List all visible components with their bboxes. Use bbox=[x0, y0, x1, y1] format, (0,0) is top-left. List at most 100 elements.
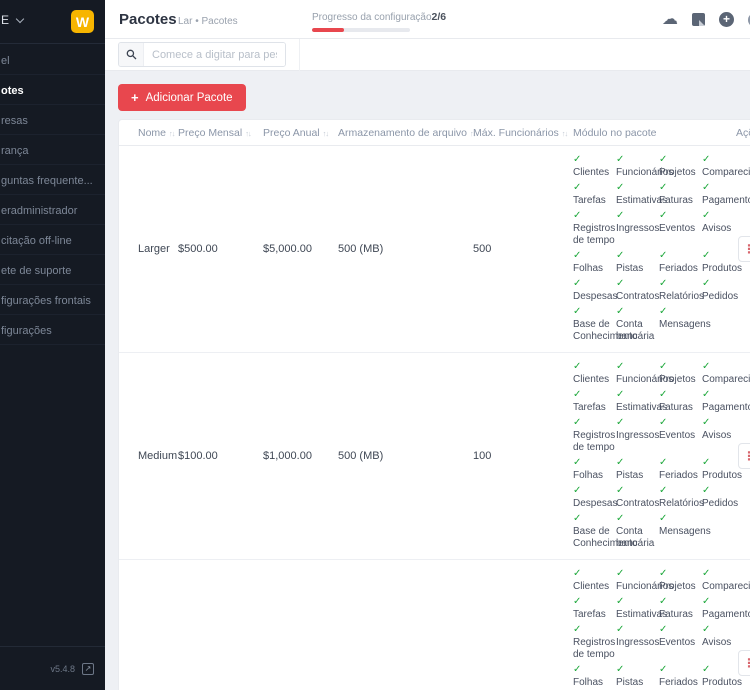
column-header[interactable]: Ações bbox=[736, 127, 750, 139]
module-item: ✓ Pagamentos bbox=[702, 389, 745, 414]
check-icon: ✓ bbox=[659, 417, 702, 428]
storage: 500 (MB) bbox=[338, 243, 473, 255]
check-icon: ✓ bbox=[616, 417, 659, 428]
sort-icon[interactable]: ↑↓ bbox=[323, 129, 329, 138]
module-label: Eventos bbox=[659, 223, 702, 235]
module-item: ✓ Comparecimento bbox=[702, 154, 745, 179]
column-label: Nome bbox=[138, 127, 166, 139]
module-label: Registros de tempo bbox=[573, 430, 616, 454]
column-header[interactable]: Preço Anual↑↓ bbox=[263, 127, 338, 139]
max-employees: 100 bbox=[473, 450, 573, 462]
module-label: Avisos bbox=[702, 430, 745, 442]
plus-circle-icon[interactable]: + bbox=[719, 12, 734, 27]
toolbar-divider bbox=[299, 39, 300, 71]
check-icon: ✓ bbox=[616, 513, 659, 524]
sidebar-item[interactable]: citação off-line bbox=[0, 225, 105, 255]
sidebar-item[interactable]: otes bbox=[0, 75, 105, 105]
check-icon: ✓ bbox=[573, 210, 616, 221]
module-label: Produtos bbox=[702, 470, 745, 482]
module-item: ✓ Contratos bbox=[616, 485, 659, 510]
check-icon: ✓ bbox=[616, 361, 659, 372]
module-label: Tarefas bbox=[573, 195, 616, 207]
row-actions-menu-button[interactable]: ⋮ bbox=[738, 443, 750, 469]
sidebar-item[interactable]: rança bbox=[0, 135, 105, 165]
sidebar-item[interactable]: eradministrador bbox=[0, 195, 105, 225]
sort-icon[interactable]: ↑↓ bbox=[562, 129, 568, 138]
check-icon: ✓ bbox=[616, 278, 659, 289]
check-icon: ✓ bbox=[702, 417, 745, 428]
module-label: Faturas bbox=[659, 402, 702, 414]
check-icon: ✓ bbox=[659, 568, 702, 579]
sidebar-item-label: resas bbox=[1, 115, 28, 127]
check-icon: ✓ bbox=[702, 485, 745, 496]
package-name: Larger bbox=[138, 243, 178, 255]
sort-icon[interactable]: ↑↓ bbox=[245, 129, 251, 138]
module-item: ✓ Tarefas bbox=[573, 182, 616, 207]
sort-icon[interactable]: ↑↓ bbox=[169, 129, 175, 138]
module-item: ✓ Ingressos bbox=[616, 624, 659, 661]
check-icon: ✓ bbox=[616, 624, 659, 635]
sidebar-item[interactable]: ete de suporte bbox=[0, 255, 105, 285]
module-label: Faturas bbox=[659, 195, 702, 207]
progress-fill bbox=[312, 28, 344, 32]
module-label: Funcionários bbox=[616, 374, 659, 386]
module-label: Pedidos bbox=[702, 498, 745, 510]
check-icon: ✓ bbox=[702, 596, 745, 607]
setup-progress: Progresso da configuração2/6 bbox=[312, 7, 422, 32]
module-item: ✓ Registros de tempo bbox=[573, 417, 616, 454]
check-icon: ✓ bbox=[659, 278, 702, 289]
sidebar-item[interactable]: el bbox=[0, 45, 105, 75]
column-label: Preço Anual bbox=[263, 127, 320, 139]
sidebar-item-label: otes bbox=[1, 85, 24, 97]
module-item: ✓ Mensagens bbox=[659, 513, 702, 550]
add-package-button[interactable]: + Adicionar Pacote bbox=[118, 84, 246, 111]
module-label: Tarefas bbox=[573, 402, 616, 414]
sidebar-nav: el otes resas rança guntas frequente... … bbox=[0, 45, 105, 345]
module-label: Projetos bbox=[659, 581, 702, 593]
module-grid: ✓ Clientes ✓ Funcionários ✓ Projetos ✓ C… bbox=[573, 361, 745, 553]
check-icon: ✓ bbox=[659, 250, 702, 261]
app-logo[interactable]: W bbox=[71, 10, 94, 33]
check-icon: ✓ bbox=[573, 596, 616, 607]
sidebar-item[interactable]: resas bbox=[0, 105, 105, 135]
column-label: Módulo no pacote bbox=[573, 127, 656, 139]
module-item: ✓ Conta bancária bbox=[616, 513, 659, 550]
module-item: ✓ Pistas bbox=[616, 664, 659, 689]
column-header[interactable]: Nome↑↓ bbox=[138, 127, 178, 139]
external-link-icon[interactable]: ↗ bbox=[82, 663, 94, 675]
sidebar-item-label: citação off-line bbox=[1, 235, 72, 247]
module-label: Pagamentos bbox=[702, 609, 745, 621]
module-item: ✓ Pedidos bbox=[702, 485, 745, 510]
sidebar-item[interactable]: guntas frequente... bbox=[0, 165, 105, 195]
module-item: ✓ Funcionários bbox=[616, 568, 659, 593]
column-header[interactable]: Armazenamento de arquivo↑↓ bbox=[338, 127, 473, 139]
check-icon: ✓ bbox=[573, 664, 616, 675]
sidebar-item[interactable]: figurações frontais bbox=[0, 285, 105, 315]
column-header[interactable]: Preço Mensal↑↓ bbox=[178, 127, 263, 139]
module-item: ✓ Funcionários bbox=[616, 154, 659, 179]
check-icon: ✓ bbox=[573, 513, 616, 524]
module-item: ✓ Pistas bbox=[616, 250, 659, 275]
cloud-icon[interactable]: ☁ bbox=[662, 12, 678, 28]
module-item: ✓ Folhas bbox=[573, 457, 616, 482]
sidebar-item[interactable]: figurações bbox=[0, 315, 105, 345]
module-label: Faturas bbox=[659, 609, 702, 621]
module-label: Funcionários bbox=[616, 581, 659, 593]
note-icon[interactable] bbox=[692, 13, 705, 26]
module-label: Feriados bbox=[659, 470, 702, 482]
row-actions-menu-button[interactable]: ⋮ bbox=[738, 650, 750, 676]
column-header[interactable]: Máx. Funcionários↑↓ bbox=[473, 127, 573, 139]
module-label: Relatórios bbox=[659, 291, 702, 303]
sidebar-footer: v5.4.8 ↗ bbox=[0, 646, 105, 690]
check-icon: ✓ bbox=[659, 389, 702, 400]
row-actions-menu-button[interactable]: ⋮ bbox=[738, 236, 750, 262]
workspace-dropdown[interactable]: E bbox=[1, 13, 23, 27]
main-area: Pacotes Lar • Pacotes Progresso da confi… bbox=[105, 0, 750, 690]
column-label: Preço Mensal bbox=[178, 127, 242, 139]
column-header[interactable]: Módulo no pacote bbox=[573, 127, 736, 139]
check-icon: ✓ bbox=[702, 624, 745, 635]
check-icon: ✓ bbox=[573, 457, 616, 468]
search-input[interactable] bbox=[144, 43, 285, 66]
module-item: ✓ Despesas bbox=[573, 278, 616, 303]
check-icon: ✓ bbox=[616, 182, 659, 193]
